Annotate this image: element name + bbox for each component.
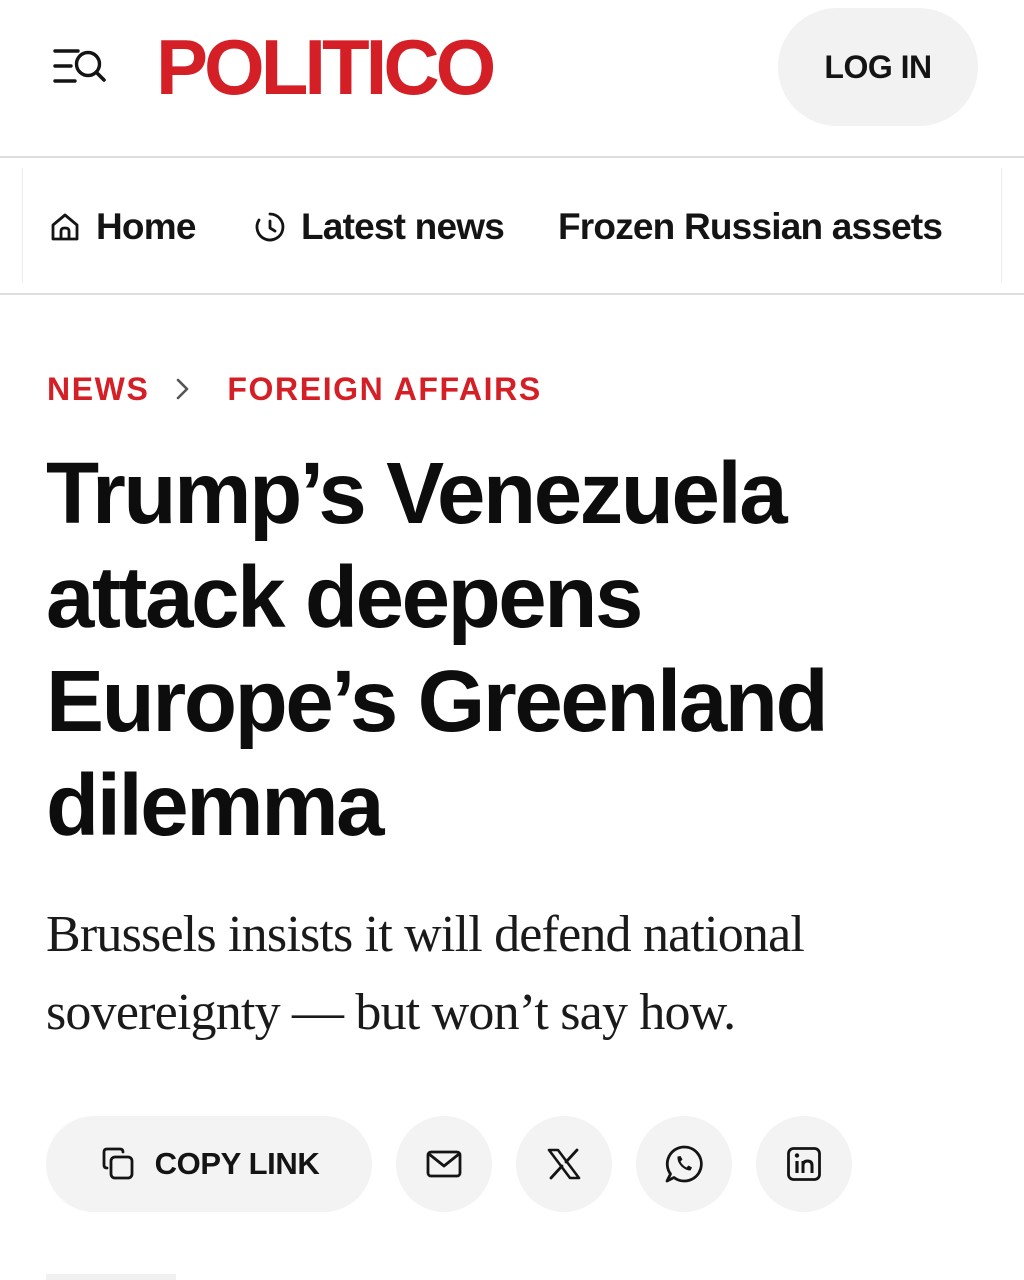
nav-item-label: Home: [96, 206, 196, 247]
nav-item-frozen-russian-assets[interactable]: Frozen Russian assets: [558, 202, 943, 252]
nav-item-latest-news[interactable]: Latest news: [253, 202, 505, 252]
headline-line: attack deepens: [46, 549, 643, 646]
nav-item-home[interactable]: Home: [48, 202, 196, 252]
home-icon: [48, 210, 82, 244]
copy-link-button[interactable]: COPY LINK: [46, 1116, 372, 1212]
nav-scroll-edge-right: [1001, 168, 1002, 283]
copy-icon: [99, 1145, 137, 1183]
headline-line: Trump’s Venezuela: [46, 445, 788, 542]
nav-item-label: Frozen Russian assets: [558, 206, 943, 247]
clock-icon: [253, 210, 287, 244]
breadcrumb: NEWS FOREIGN AFFAIRS: [47, 366, 542, 412]
politico-logo[interactable]: POLITICO: [156, 22, 496, 112]
share-x-button[interactable]: [516, 1116, 612, 1212]
nav-scroll-edge-left: [22, 168, 23, 283]
login-button[interactable]: LOG IN: [778, 8, 978, 126]
chevron-right-icon: [175, 376, 191, 402]
deck-line: Brussels insists it will defend national: [46, 906, 805, 963]
deck-line: sovereignty — but won’t say how.: [46, 984, 736, 1041]
whatsapp-icon: [665, 1145, 703, 1183]
site-header: POLITICO LOG IN: [0, 0, 1024, 158]
share-linkedin-button[interactable]: [756, 1116, 852, 1212]
section-nav: Home Latest news Frozen Russian assets: [0, 158, 1024, 295]
headline-line: Europe’s Greenland: [46, 653, 829, 750]
share-whatsapp-button[interactable]: [636, 1116, 732, 1212]
article-headline: Trump’s Venezuela attack deepens Europe’…: [46, 442, 976, 858]
copy-link-label: COPY LINK: [154, 1146, 320, 1181]
headline-line: dilemma: [46, 757, 385, 854]
article-deck: Brussels insists it will defend national…: [46, 896, 976, 1052]
menu-search-button[interactable]: [48, 42, 110, 92]
menu-search-icon: [53, 49, 106, 83]
linkedin-icon: [787, 1147, 821, 1181]
mail-icon: [426, 1150, 462, 1178]
content-divider: [46, 1274, 176, 1280]
nav-item-label: Latest news: [301, 206, 505, 247]
share-bar: COPY LINK: [46, 1116, 852, 1212]
breadcrumb-item-news[interactable]: NEWS: [47, 371, 149, 408]
x-logo-icon: [547, 1148, 581, 1180]
share-email-button[interactable]: [396, 1116, 492, 1212]
breadcrumb-item-foreign-affairs[interactable]: FOREIGN AFFAIRS: [227, 371, 541, 408]
